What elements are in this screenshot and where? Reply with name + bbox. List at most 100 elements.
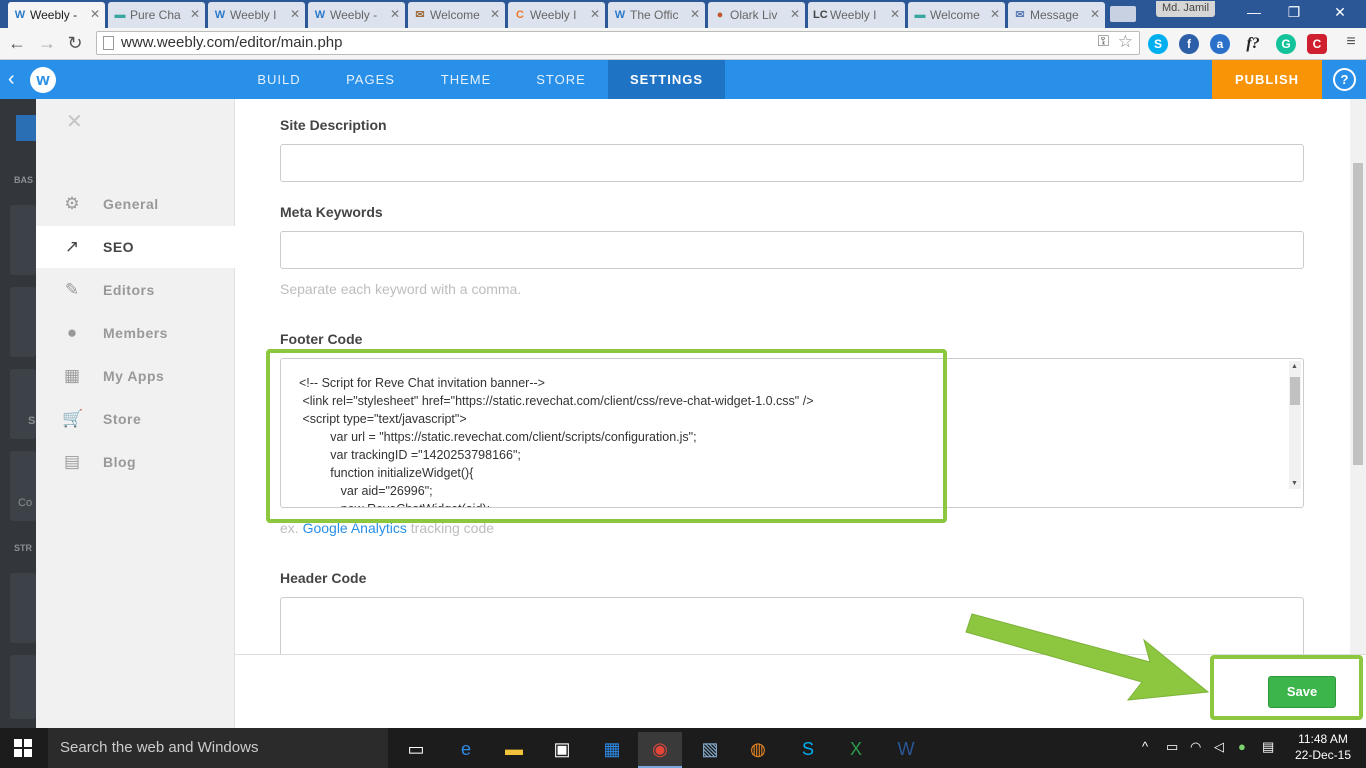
- tab-close-icon[interactable]: ✕: [190, 7, 200, 21]
- scroll-down-icon[interactable]: ▼: [1291, 480, 1298, 487]
- tab-close-icon[interactable]: ✕: [590, 7, 600, 21]
- element-block: [10, 369, 36, 439]
- browser-tab[interactable]: ▬ Welcome ✕: [908, 2, 1005, 28]
- browser-tab[interactable]: W Weebly I ✕: [208, 2, 305, 28]
- scroll-up-icon[interactable]: ▲: [1291, 363, 1298, 370]
- tab-build[interactable]: BUILD: [244, 60, 314, 99]
- sidebar-item-seo[interactable]: ↗ SEO: [36, 226, 235, 268]
- firefox-icon[interactable]: ◍: [736, 732, 780, 768]
- site-description-label: Site Description: [280, 117, 387, 133]
- weebly-logo[interactable]: w: [30, 67, 56, 93]
- tab-store[interactable]: STORE: [524, 60, 598, 99]
- key-icon[interactable]: ⚿: [1098, 33, 1109, 50]
- windows-taskbar: Search the web and Windows ▭ e ▬ ▣ ▦ ◉ ▧…: [0, 728, 1366, 768]
- sync-icon[interactable]: ●: [1238, 739, 1246, 754]
- translate-extension-icon[interactable]: a: [1210, 34, 1230, 54]
- volume-icon[interactable]: ◁: [1214, 739, 1224, 755]
- tab-pages[interactable]: PAGES: [333, 60, 408, 99]
- help-icon[interactable]: ?: [1333, 68, 1356, 91]
- site-description-input[interactable]: [280, 144, 1304, 182]
- app-icon[interactable]: ▦: [590, 732, 634, 768]
- chevron-left-icon[interactable]: ‹: [8, 68, 15, 91]
- wifi-icon[interactable]: ◠: [1190, 739, 1201, 755]
- sidebar-item-store[interactable]: 🛒 Store: [36, 398, 235, 440]
- browser-tab[interactable]: ✉ Message ✕: [1008, 2, 1105, 28]
- browser-tab[interactable]: ▬ Pure Cha ✕: [108, 2, 205, 28]
- page-scrollbar[interactable]: [1350, 99, 1366, 728]
- taskbar-clock[interactable]: 11:48 AM 22-Dec-15: [1290, 731, 1356, 763]
- sidebar-item-label: Blog: [103, 454, 137, 470]
- windows-start-icon[interactable]: [14, 739, 32, 757]
- publish-button[interactable]: PUBLISH: [1212, 60, 1322, 99]
- tab-close-icon[interactable]: ✕: [990, 7, 1000, 21]
- tab-settings[interactable]: SETTINGS: [608, 60, 725, 99]
- shield-extension-icon[interactable]: C: [1307, 34, 1327, 54]
- browser-tab[interactable]: W Weebly - ✕: [8, 2, 105, 28]
- task-view-icon[interactable]: ▭: [394, 732, 438, 768]
- meta-keywords-input[interactable]: [280, 231, 1304, 269]
- chevron-up-icon[interactable]: ^: [1142, 739, 1148, 754]
- tab-title: Weebly -: [330, 8, 378, 22]
- word-icon[interactable]: W: [884, 732, 928, 768]
- tab-theme[interactable]: THEME: [428, 60, 504, 99]
- tab-title: Weebly -: [30, 8, 78, 22]
- browser-tab[interactable]: ✉ Welcome ✕: [408, 2, 505, 28]
- sidebar-item-my-apps[interactable]: ▦ My Apps: [36, 355, 235, 397]
- app-icon[interactable]: ▧: [688, 732, 732, 768]
- sidebar-item-members[interactable]: ● Members: [36, 312, 235, 354]
- skype-extension-icon[interactable]: S: [1148, 34, 1168, 54]
- code-scrollbar-thumb[interactable]: [1290, 377, 1300, 405]
- tab-close-icon[interactable]: ✕: [490, 7, 500, 21]
- formula-extension-icon[interactable]: f?: [1243, 34, 1263, 54]
- element-label: Co: [18, 497, 33, 509]
- file-explorer-icon[interactable]: ▬: [492, 732, 536, 768]
- browser-tab[interactable]: C Weebly I ✕: [508, 2, 605, 28]
- address-bar-row: ← → ↻ www.weebly.com/editor/main.php ⚿ ☆…: [0, 28, 1366, 60]
- sidebar-item-label: Editors: [103, 282, 155, 298]
- page-scrollbar-thumb[interactable]: [1353, 163, 1363, 465]
- sidebar-item-editors[interactable]: ✎ Editors: [36, 269, 235, 311]
- tab-close-icon[interactable]: ✕: [1090, 7, 1100, 21]
- close-icon[interactable]: ✕: [66, 109, 83, 134]
- profile-button[interactable]: Md. Jamil: [1156, 1, 1216, 17]
- extension-icon[interactable]: f: [1179, 34, 1199, 54]
- footer-code-highlight: [266, 349, 947, 523]
- taskbar-search-box[interactable]: Search the web and Windows: [48, 728, 388, 768]
- forward-icon[interactable]: →: [36, 33, 58, 54]
- tab-close-icon[interactable]: ✕: [90, 7, 100, 21]
- tab-close-icon[interactable]: ✕: [290, 7, 300, 21]
- excel-icon[interactable]: X: [834, 732, 878, 768]
- edge-icon[interactable]: e: [444, 732, 488, 768]
- maximize-icon[interactable]: ❐: [1284, 4, 1304, 21]
- reload-icon[interactable]: ↻: [64, 33, 86, 54]
- tab-close-icon[interactable]: ✕: [390, 7, 400, 21]
- sidebar-item-label: Store: [103, 411, 142, 427]
- url-input[interactable]: www.weebly.com/editor/main.php ⚿ ☆: [96, 31, 1140, 55]
- sidebar-item-icon: ↗: [64, 237, 80, 256]
- chrome-menu-icon[interactable]: ≡: [1340, 33, 1362, 51]
- browser-tab[interactable]: W The Offic ✕: [608, 2, 705, 28]
- sidebar-item-blog[interactable]: ▤ Blog: [36, 441, 235, 483]
- notifications-icon[interactable]: ▤: [1262, 739, 1274, 755]
- tab-close-icon[interactable]: ✕: [690, 7, 700, 21]
- tab-favicon-icon: W: [314, 9, 326, 21]
- minimize-icon[interactable]: —: [1244, 4, 1264, 20]
- close-window-icon[interactable]: ✕: [1330, 4, 1350, 21]
- new-tab-button[interactable]: [1110, 6, 1136, 22]
- tab-close-icon[interactable]: ✕: [890, 7, 900, 21]
- code-scrollbar[interactable]: ▲ ▼: [1289, 361, 1301, 489]
- browser-tab[interactable]: LC Weebly I ✕: [808, 2, 905, 28]
- browser-tab[interactable]: W Weebly - ✕: [308, 2, 405, 28]
- store-icon[interactable]: ▣: [540, 732, 584, 768]
- chrome-icon[interactable]: ◉: [638, 732, 682, 768]
- weebly-toolbar: ‹ w BUILD PAGES THEME STORE SETTINGS PUB…: [0, 60, 1366, 99]
- back-icon[interactable]: ←: [6, 33, 28, 54]
- bookmark-star-icon[interactable]: ☆: [1118, 32, 1133, 52]
- save-button-highlight: [1210, 655, 1363, 720]
- skype-icon[interactable]: S: [786, 732, 830, 768]
- browser-tab[interactable]: ● Olark Liv ✕: [708, 2, 805, 28]
- grammarly-extension-icon[interactable]: G: [1276, 34, 1296, 54]
- tab-close-icon[interactable]: ✕: [790, 7, 800, 21]
- battery-icon[interactable]: ▭: [1166, 739, 1178, 755]
- sidebar-item-general[interactable]: ⚙ General: [36, 183, 235, 225]
